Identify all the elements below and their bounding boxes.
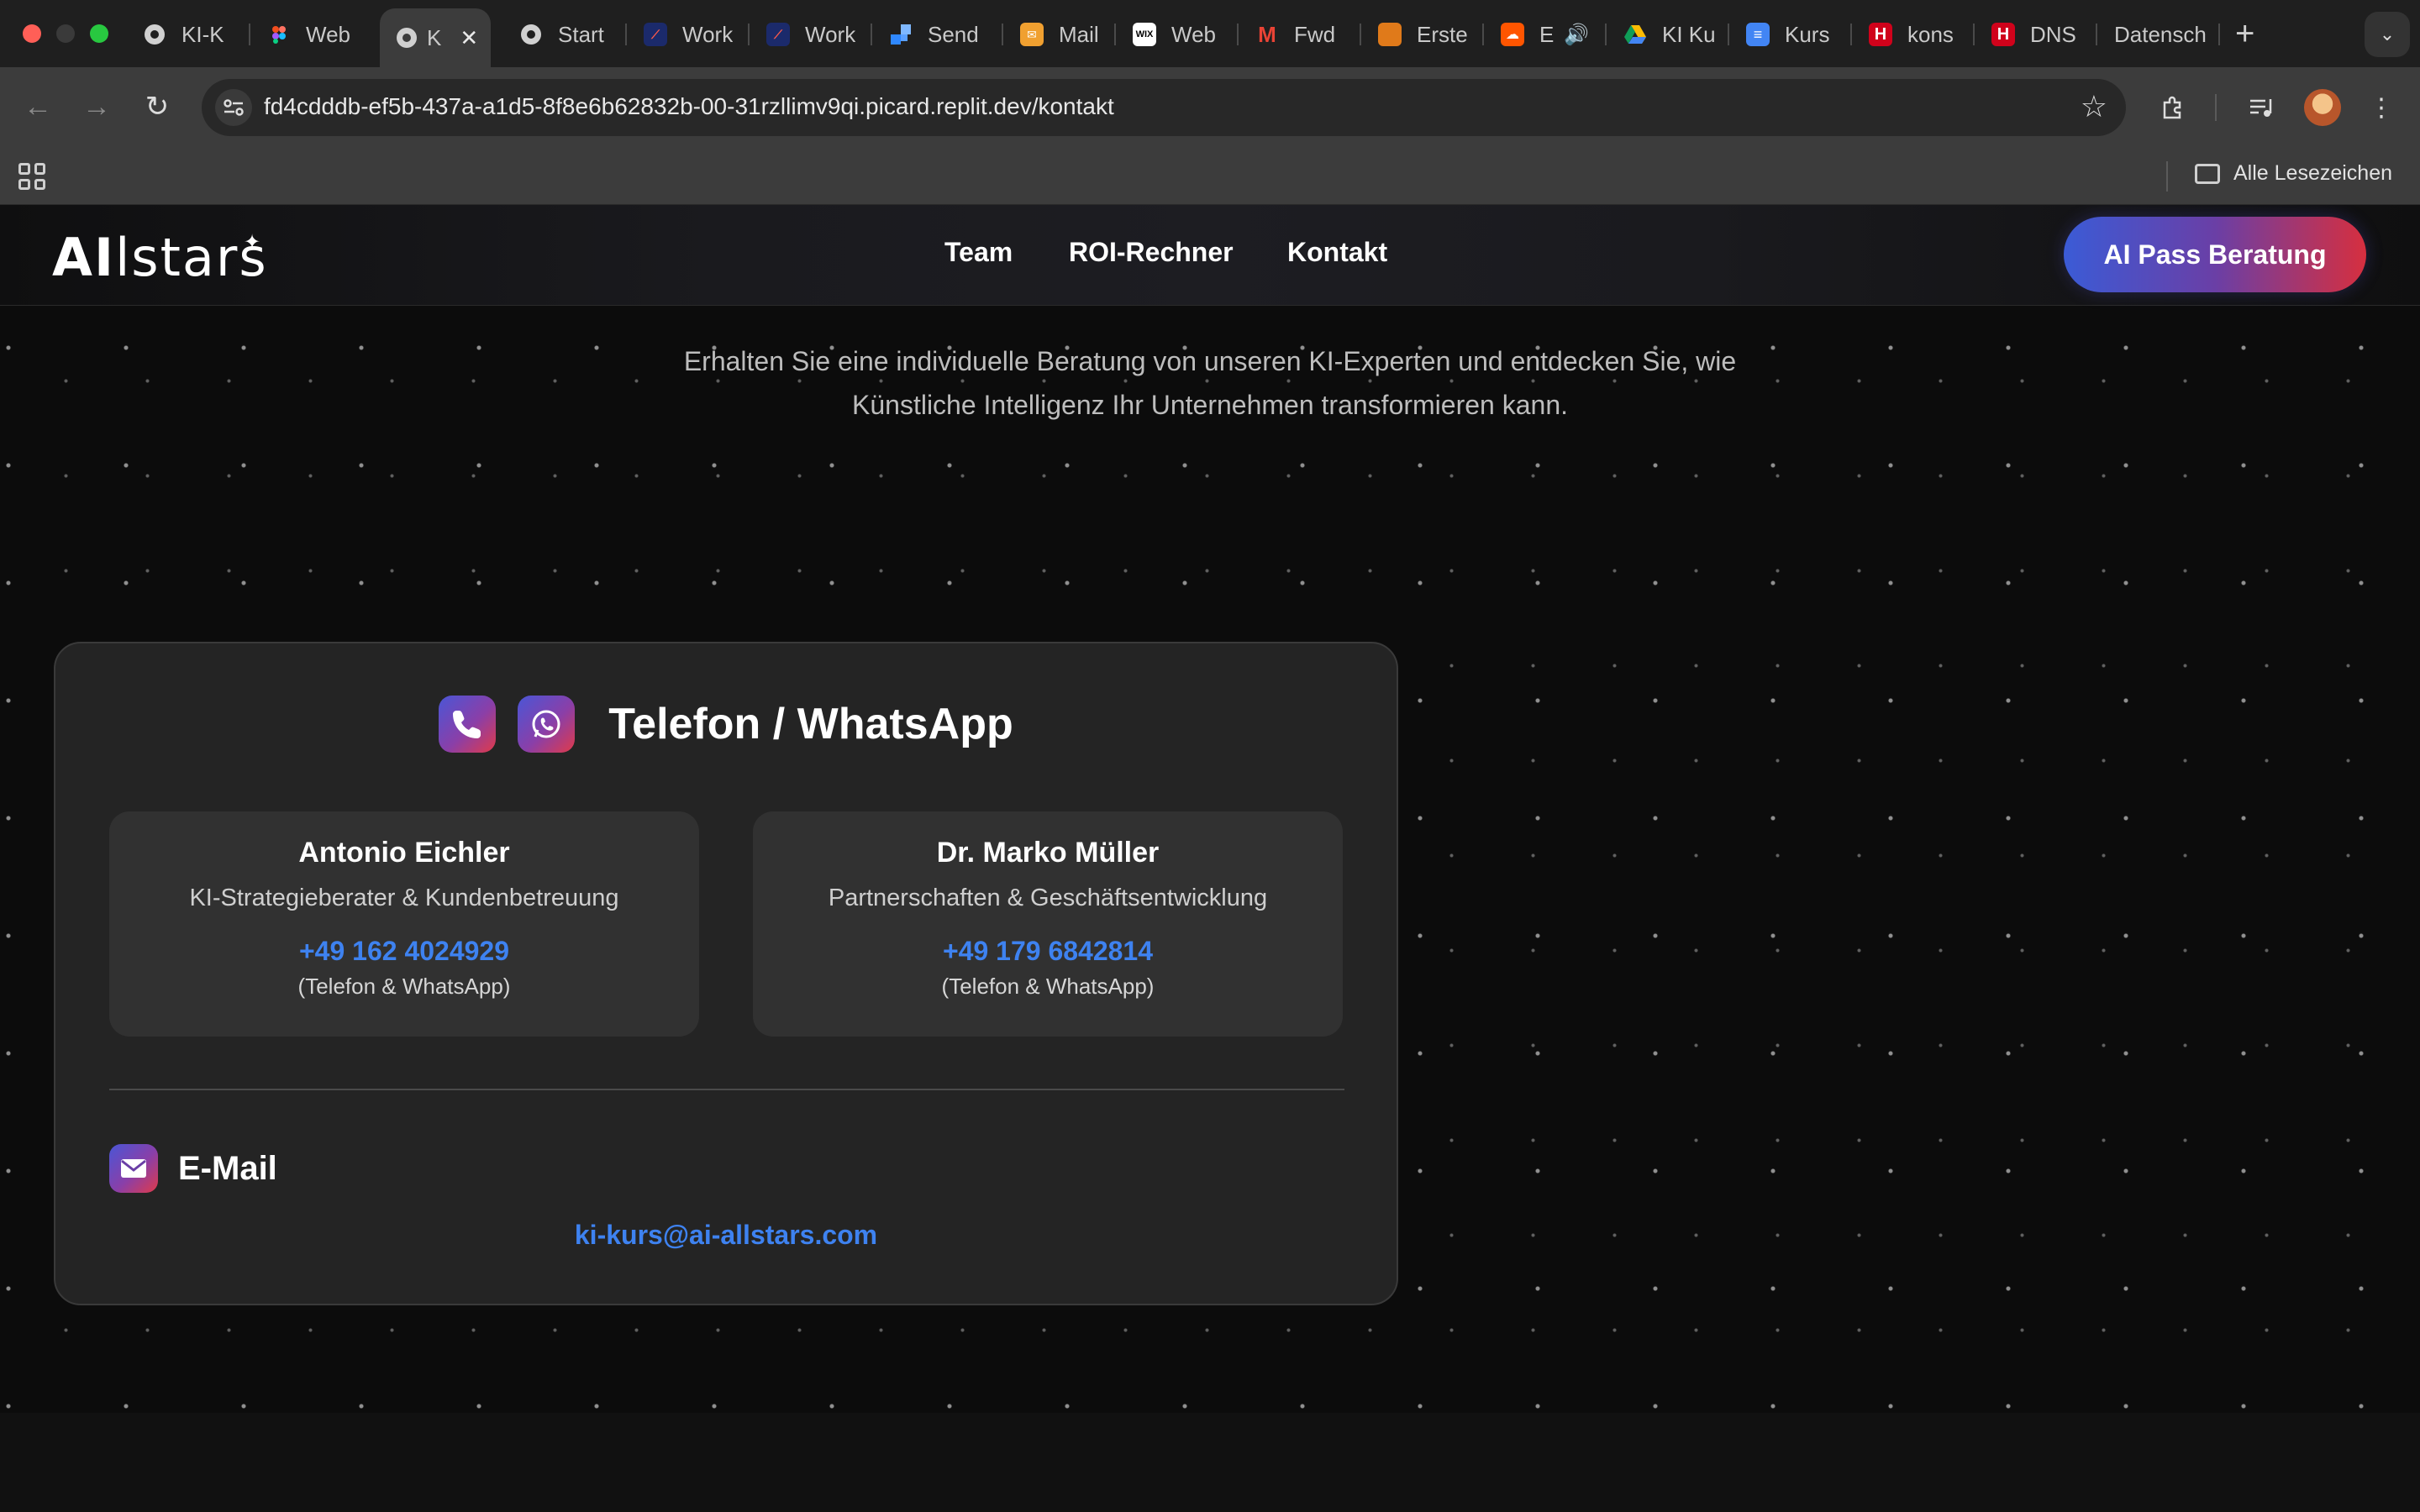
- web-page: AIlstars ✦ Team ROI-Rechner Kontakt AI P…: [0, 205, 2420, 1512]
- browser-tab[interactable]: Datensch: [2099, 12, 2225, 57]
- browser-tab[interactable]: Start: [504, 12, 622, 57]
- kebab-menu-icon[interactable]: ⋮: [2363, 89, 2400, 126]
- person-name: Dr. Marko Müller: [936, 837, 1160, 869]
- forward-button[interactable]: →: [76, 86, 118, 128]
- minimize-window-button[interactable]: [56, 24, 75, 43]
- soundcloud-icon: ☁: [1501, 23, 1524, 46]
- browser-tab-active[interactable]: K ✕: [380, 8, 491, 67]
- reload-icon: ↻: [145, 91, 170, 123]
- person-phone-note: (Telefon & WhatsApp): [297, 974, 511, 999]
- envelope-icon: [109, 1144, 158, 1193]
- contact-person-card: Dr. Marko Müller Partnerschaften & Gesch…: [753, 811, 1343, 1037]
- browser-toolbar: ← → ↻ fd4cdddb-ef5b-437a-a1d5-8f8e6b6283…: [0, 67, 2420, 148]
- person-role: KI-Strategieberater & Kundenbetreuung: [189, 885, 619, 911]
- new-tab-button[interactable]: +: [2235, 15, 2254, 53]
- browser-tab-bar: KI-K Web K ✕ Start ⟋ Work ⟋ Work Send ✉ …: [0, 0, 2420, 67]
- extensions-icon[interactable]: [2154, 89, 2191, 126]
- browser-tab[interactable]: KI-K: [128, 12, 245, 57]
- h-icon: H: [1991, 23, 2015, 46]
- all-bookmarks-button[interactable]: Alle Lesezeichen: [2195, 161, 2392, 186]
- person-phone-link[interactable]: +49 162 4024929: [109, 936, 699, 967]
- h-icon: H: [1869, 23, 1892, 46]
- person-name: Antonio Eichler: [298, 837, 510, 869]
- browser-tab[interactable]: ✉ Mail: [1005, 12, 1123, 57]
- sparkle-icon: ✦: [244, 231, 261, 254]
- phone-icon: [439, 696, 497, 753]
- contact-card: Telefon / WhatsApp Antonio Eichler KI-St…: [54, 642, 1398, 1305]
- tab-search-button[interactable]: ⌄: [2365, 12, 2410, 57]
- chevron-down-icon: ⌄: [2379, 24, 2396, 45]
- browser-tab[interactable]: WIX Web: [1118, 12, 1235, 57]
- reload-button[interactable]: ↻: [136, 86, 178, 128]
- browser-tab[interactable]: ≡ Kurs: [1731, 12, 1849, 57]
- arrow-right-icon: →: [82, 90, 111, 123]
- person-phone-note: (Telefon & WhatsApp): [941, 974, 1155, 999]
- browser-tab[interactable]: ⟋ Work: [751, 12, 869, 57]
- browser-tab[interactable]: H DNS: [1976, 12, 2094, 57]
- browser-tab[interactable]: KI Ku: [1608, 12, 1726, 57]
- whatsapp-icon: [518, 696, 576, 753]
- arrow-left-icon: ←: [24, 90, 52, 123]
- folder-icon: [2195, 163, 2220, 184]
- globe-icon: [519, 23, 543, 46]
- browser-tab[interactable]: ⟋ Work: [629, 12, 746, 57]
- email-section-title: E-Mail: [178, 1149, 277, 1187]
- browser-tab[interactable]: Web: [252, 12, 370, 57]
- site-settings-icon[interactable]: [215, 89, 252, 126]
- workflow-icon: ⟋: [644, 23, 667, 46]
- contact-card-title: Telefon / WhatsApp: [608, 700, 1013, 748]
- figma-icon: [267, 23, 291, 46]
- address-bar[interactable]: fd4cdddb-ef5b-437a-a1d5-8f8e6b62832b-00-…: [202, 79, 2126, 136]
- person-phone-link[interactable]: +49 179 6842814: [753, 936, 1343, 967]
- apps-grid-icon[interactable]: [18, 163, 45, 190]
- media-control-icon[interactable]: [2244, 89, 2281, 126]
- page-footer-band: [0, 1413, 2420, 1512]
- globe-icon: [395, 26, 418, 50]
- intro-text: Erhalten Sie eine individuelle Beratung …: [683, 346, 1737, 420]
- workflow-icon: ⟋: [766, 23, 790, 46]
- mail-icon: ✉: [1020, 23, 1044, 46]
- bookmark-star-icon[interactable]: ☆: [2081, 89, 2107, 124]
- profile-avatar[interactable]: [2304, 89, 2341, 126]
- globe-icon: [143, 23, 166, 46]
- speaker-icon[interactable]: 🔊: [1564, 23, 1589, 47]
- close-tab-icon[interactable]: ✕: [460, 25, 478, 51]
- fullscreen-window-button[interactable]: [90, 24, 108, 43]
- contact-card-header: Telefon / WhatsApp: [55, 696, 1397, 753]
- sendinblue-icon: [889, 23, 913, 46]
- email-section-header: E-Mail: [109, 1144, 277, 1193]
- wix-icon: WIX: [1133, 23, 1156, 46]
- doc-icon: [1378, 23, 1402, 46]
- browser-tab[interactable]: M Fwd: [1240, 12, 1358, 57]
- drive-icon: [1623, 23, 1647, 46]
- gmail-icon: M: [1258, 21, 1276, 47]
- browser-tab[interactable]: Send: [874, 12, 1000, 57]
- email-link[interactable]: ki-kurs@ai-allstars.com: [55, 1220, 1397, 1251]
- back-button[interactable]: ←: [17, 86, 59, 128]
- ai-pass-beratung-button[interactable]: AI Pass Beratung: [2064, 217, 2366, 292]
- site-logo[interactable]: AIlstars: [52, 227, 268, 288]
- person-role: Partnerschaften & Geschäftsentwicklung: [828, 885, 1268, 911]
- close-window-button[interactable]: [23, 24, 41, 43]
- contact-person-card: Antonio Eichler KI-Strategieberater & Ku…: [109, 811, 699, 1037]
- browser-tab[interactable]: ☁ E 🔊: [1486, 12, 1612, 57]
- site-header: AIlstars ✦ Team ROI-Rechner Kontakt AI P…: [0, 205, 2420, 306]
- nav-roi-rechner[interactable]: ROI-Rechner: [1069, 237, 1234, 268]
- section-divider: [109, 1089, 1344, 1090]
- nav-team[interactable]: Team: [944, 237, 1013, 268]
- browser-tab[interactable]: H kons: [1854, 12, 1971, 57]
- nav-kontakt[interactable]: Kontakt: [1287, 237, 1387, 268]
- browser-tab[interactable]: Erste: [1363, 12, 1489, 57]
- bookmarks-bar: Alle Lesezeichen: [0, 148, 2420, 205]
- url-text: fd4cdddb-ef5b-437a-a1d5-8f8e6b62832b-00-…: [264, 93, 1114, 119]
- gdocs-icon: ≡: [1746, 23, 1770, 46]
